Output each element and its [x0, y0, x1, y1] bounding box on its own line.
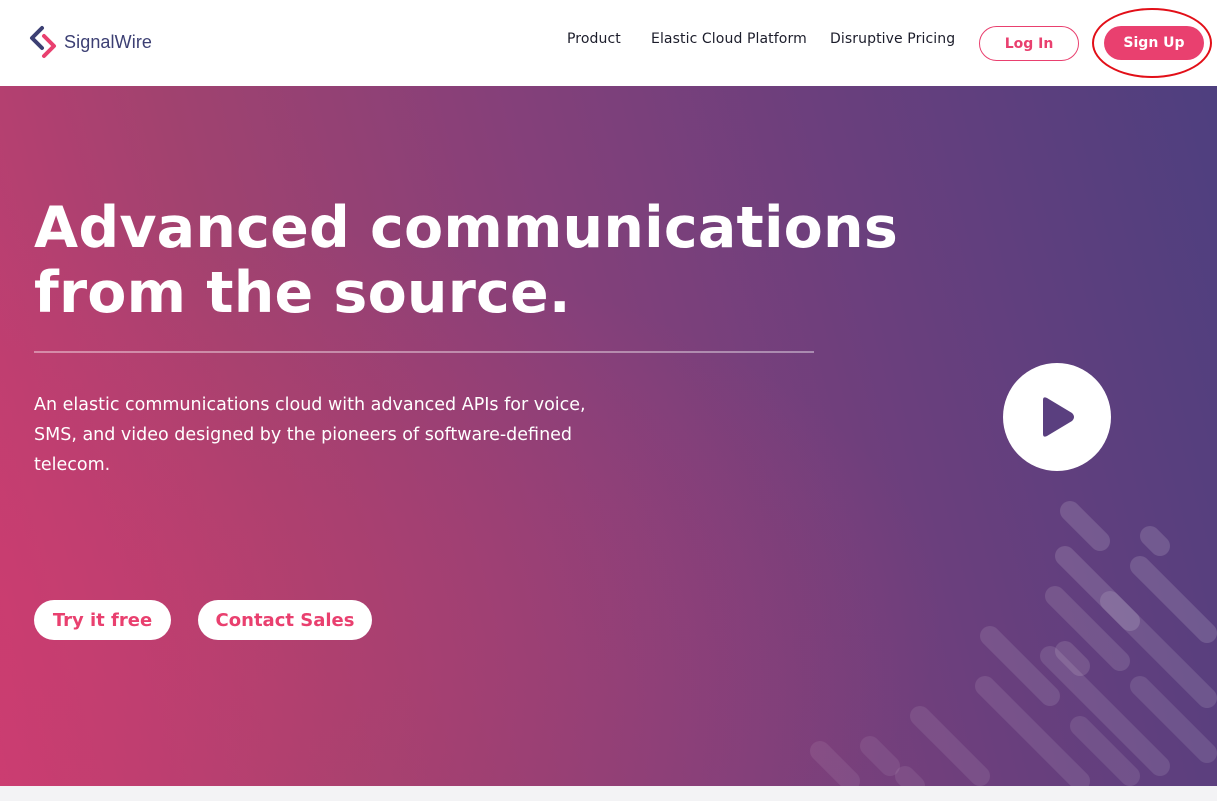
- hero-divider: [34, 351, 814, 353]
- hero-headline-line-2: from the source.: [34, 260, 571, 326]
- login-button[interactable]: Log In: [979, 26, 1079, 61]
- hero-headline: Advanced communications from the source.: [34, 196, 898, 326]
- decorative-stripes: [810, 501, 1217, 786]
- logo[interactable]: SignalWire: [28, 24, 163, 60]
- signalwire-logo-icon: [30, 26, 56, 58]
- hero-description: An elastic communications cloud with adv…: [34, 395, 586, 475]
- logo-text: SignalWire: [64, 31, 153, 52]
- try-it-free-button[interactable]: Try it free: [34, 600, 171, 640]
- signup-button[interactable]: Sign Up: [1104, 26, 1204, 60]
- play-video-button[interactable]: [1003, 363, 1111, 471]
- hero-headline-line-1: Advanced communications: [34, 195, 898, 261]
- contact-sales-button[interactable]: Contact Sales: [198, 600, 372, 640]
- hero-section: Advanced communications from the source.…: [0, 86, 1217, 786]
- nav-link-disruptive-pricing[interactable]: Disruptive Pricing: [830, 31, 955, 47]
- play-icon: [1043, 397, 1074, 437]
- nav-link-elastic-cloud-platform[interactable]: Elastic Cloud Platform: [651, 31, 807, 47]
- top-navigation-bar: SignalWire Product Elastic Cloud Platfor…: [0, 0, 1217, 86]
- nav-link-product[interactable]: Product: [567, 31, 621, 47]
